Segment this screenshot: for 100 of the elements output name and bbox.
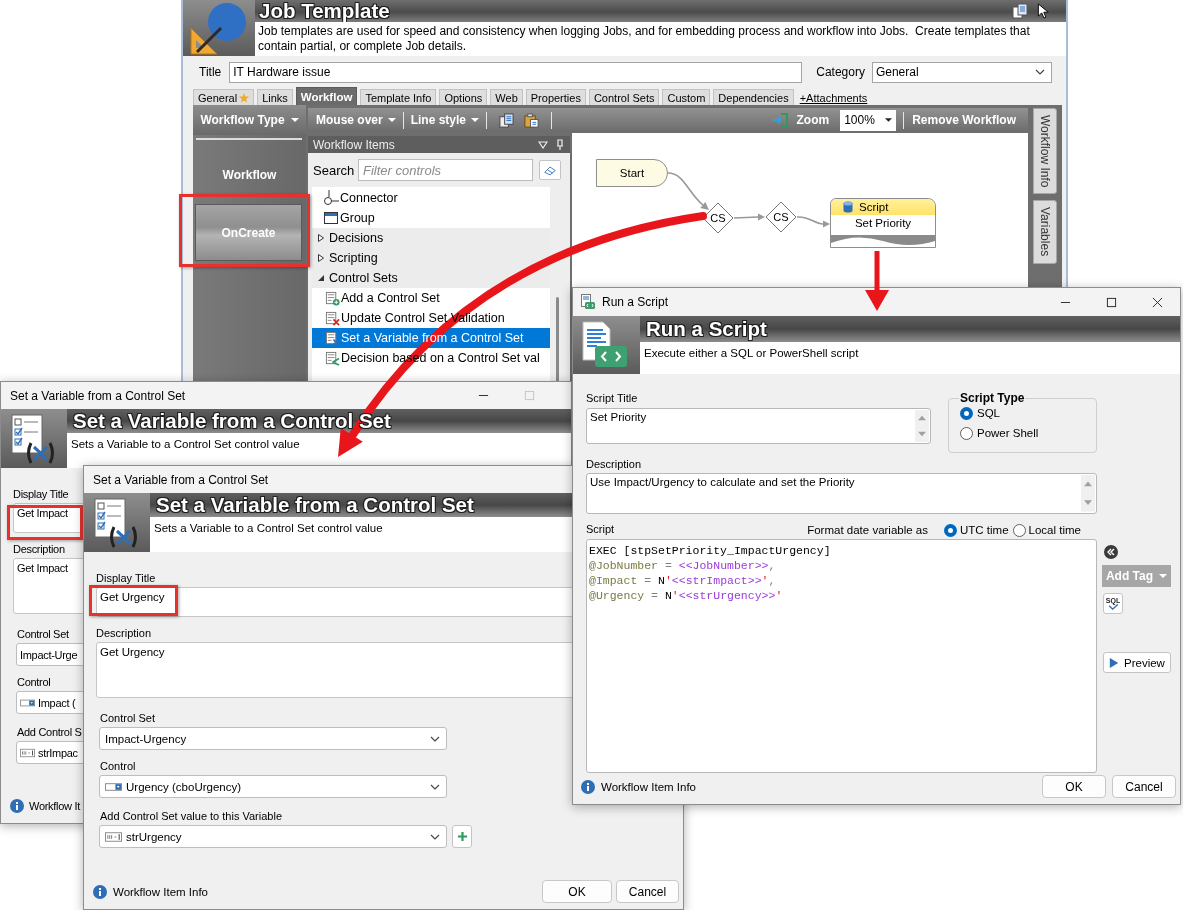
tab[interactable]: Links <box>257 89 293 105</box>
tab[interactable]: Custom <box>662 89 711 105</box>
combobox-icon <box>20 697 35 708</box>
scrollbar-thumb[interactable] <box>556 297 559 384</box>
triangle-down-icon[interactable] <box>317 274 325 282</box>
title-field[interactable]: Get Urgency <box>96 587 574 617</box>
chevron-down-icon <box>430 735 440 742</box>
dropdown-field[interactable]: strUrgency <box>99 825 447 848</box>
check-icon <box>1107 604 1119 610</box>
clear-filter-button[interactable] <box>539 160 561 180</box>
workflow-item-info-link[interactable]: Workflow It <box>29 799 80 812</box>
radio-label[interactable]: Local time <box>1028 524 1081 537</box>
caret-icon <box>387 118 396 122</box>
group-label: Script Type <box>959 391 1026 405</box>
field-label: Display Title <box>13 487 69 502</box>
dropdown-field[interactable]: Urgency (cboUrgency) <box>99 775 447 798</box>
side-tab[interactable]: Variables <box>1033 200 1057 264</box>
dropdown-triangle-icon[interactable] <box>538 140 548 149</box>
radio-label[interactable]: UTC time <box>960 524 1009 537</box>
radio-button[interactable] <box>960 426 973 440</box>
search-label: Search <box>313 162 356 178</box>
template-description: Job templates are used for speed and consistency when logging Jobs, and for embedding process and workflow into Jobs. Create templates that contain partial, or complete Job details. <box>255 22 1066 56</box>
workflow-item-info-link[interactable]: Workflow Item Info <box>113 885 208 898</box>
title-field[interactable]: IT Hardware issue <box>229 61 803 83</box>
collapse-icon[interactable] <box>1104 545 1118 559</box>
combobox-icon <box>105 781 122 792</box>
radio-button[interactable] <box>960 406 973 420</box>
tab[interactable]: Properties <box>525 89 586 105</box>
tab[interactable]: Options <box>439 89 488 105</box>
plus-icon <box>456 831 468 842</box>
category-item[interactable]: Control Sets <box>312 268 550 288</box>
ok-button[interactable]: OK <box>542 880 612 903</box>
add-button[interactable] <box>452 825 472 848</box>
description-field[interactable]: Get Urgency <box>96 642 574 698</box>
connector-icon <box>323 190 339 206</box>
radio-button[interactable] <box>944 523 957 537</box>
side-tab[interactable]: Workflow Info <box>1033 108 1057 195</box>
caret-icon <box>290 118 299 122</box>
title-label: Title <box>199 65 222 79</box>
script-editor[interactable]: EXEC [stpSetPriority_ImpactUrgency] @JobNumber = <<JobNumber>>, @Impact = N'<<strImpact>>', @Urgency = N'<<strUrgency>>' <box>586 538 1097 773</box>
radio-button[interactable] <box>1012 523 1026 537</box>
list-item[interactable]: Add a Control Set <box>312 288 550 308</box>
tab[interactable]: Dependencies <box>713 89 794 105</box>
list-add-icon <box>325 290 340 306</box>
info-icon <box>93 884 107 899</box>
start-node: Start <box>596 159 668 187</box>
field-label: Script Title <box>586 391 638 406</box>
attachments-link[interactable]: +Attachments <box>799 92 868 104</box>
search-field[interactable]: Filter controls <box>358 159 533 181</box>
cancel-button[interactable]: Cancel <box>1112 775 1176 798</box>
field-label: Description <box>96 626 152 641</box>
field-label: Add Control Set value to this Variable <box>100 809 282 824</box>
field-label: Control Set <box>17 627 69 642</box>
dialog-subtitle: Sets a Variable to a Control Set control value <box>71 438 300 450</box>
window-title: Set a Variable from a Control Set <box>93 472 269 487</box>
workflow-type-menu[interactable]: Workflow Type <box>193 105 306 135</box>
tab[interactable]: Workflow <box>295 87 358 105</box>
workflow-type-item[interactable]: Workflow <box>193 146 306 204</box>
workflow-item-info-link[interactable]: Workflow Item Info <box>601 780 696 793</box>
cancel-button[interactable]: Cancel <box>616 880 679 903</box>
connector-arrow <box>733 213 765 221</box>
category-label: Category <box>816 65 865 79</box>
tab[interactable]: Template Info <box>360 89 437 105</box>
tab[interactable]: General <box>193 89 255 105</box>
annotation-arrow <box>865 251 889 311</box>
maximize-icon[interactable] <box>1105 296 1117 308</box>
pin-icon[interactable] <box>556 138 564 151</box>
paste-icon[interactable] <box>524 112 540 128</box>
dialog-subtitle: Execute either a SQL or PowerShell script <box>644 347 859 359</box>
tab[interactable]: Web <box>490 89 523 105</box>
list-item[interactable]: Connector <box>312 188 550 208</box>
chevron-down-icon <box>1034 69 1045 75</box>
connector-arrow <box>667 172 709 210</box>
preview-button[interactable]: Preview <box>1103 652 1171 673</box>
triangle-right-icon[interactable] <box>317 234 325 242</box>
remove-workflow-button[interactable]: Remove Workflow <box>911 113 1028 127</box>
category-select[interactable]: General <box>871 61 1052 83</box>
radio-label[interactable]: SQL <box>977 407 1000 419</box>
field-label: Control <box>17 675 51 690</box>
close-icon[interactable] <box>1151 296 1163 308</box>
triangle-right-icon[interactable] <box>317 254 325 262</box>
zoom-select[interactable]: 100% <box>840 109 897 131</box>
window-title: Job Template <box>259 0 390 22</box>
dropdown-menu[interactable]: Line style <box>410 113 480 127</box>
template-icon <box>183 0 255 56</box>
list-item[interactable]: Group <box>312 208 550 228</box>
tab[interactable]: Control Sets <box>588 89 660 105</box>
caret-icon <box>471 118 480 122</box>
copy-icon[interactable] <box>1012 3 1028 19</box>
database-icon <box>843 201 853 213</box>
radio-label[interactable]: Power Shell <box>977 427 1039 439</box>
script-title-field[interactable]: Set Priority <box>586 408 931 444</box>
field-label: Control <box>100 759 136 774</box>
dropdown-menu[interactable]: Mouse over <box>316 113 396 127</box>
category-item[interactable]: Decisions <box>312 228 550 248</box>
copy-icon[interactable] <box>499 112 515 128</box>
category-item[interactable]: Scripting <box>312 248 550 268</box>
dropdown-field[interactable]: Impact-Urgency <box>99 727 447 750</box>
description-field[interactable]: Use Impact/Urgency to calculate and set the Priority <box>586 473 1097 514</box>
ok-button[interactable]: OK <box>1042 775 1106 798</box>
